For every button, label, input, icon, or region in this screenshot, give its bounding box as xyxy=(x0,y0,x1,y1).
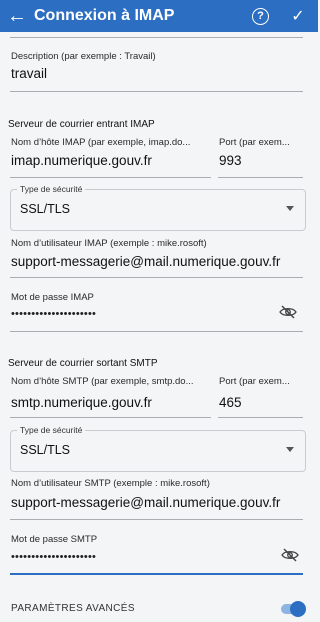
app-bar: ← Connexion à IMAP ? ✓ xyxy=(0,0,318,32)
description-label: Description (par exemple : Travail) xyxy=(11,51,156,62)
imap-password-input[interactable]: ••••••••••••••••••••• xyxy=(11,308,96,320)
smtp-password-label: Mot de passe SMTP xyxy=(11,534,98,545)
page-title: Connexion à IMAP xyxy=(34,7,175,24)
advanced-settings-toggle[interactable] xyxy=(281,601,306,617)
check-icon[interactable]: ✓ xyxy=(288,6,308,26)
imap-password-underline xyxy=(10,331,303,332)
smtp-username-underline xyxy=(10,519,303,520)
smtp-username-input[interactable]: support-messagerie@mail.numerique.gouv.f… xyxy=(11,495,280,510)
imap-username-input[interactable]: support-messagerie@mail.numerique.gouv.f… xyxy=(11,254,280,269)
smtp-port-input[interactable]: 465 xyxy=(219,395,242,410)
imap-username-label: Nom d’utilisateur IMAP (exemple : mike.r… xyxy=(11,238,207,249)
imap-port-input[interactable]: 993 xyxy=(219,153,242,168)
imap-security-value: SSL/TLS xyxy=(20,202,71,216)
arrow-left-icon[interactable]: ← xyxy=(0,6,34,26)
smtp-security-value: SSL/TLS xyxy=(20,443,71,457)
smtp-port-label: Port (par exem... xyxy=(219,376,290,387)
imap-username-underline xyxy=(10,277,303,278)
eye-off-icon[interactable] xyxy=(279,305,297,319)
smtp-security-select[interactable]: Type de sécurité SSL/TLS xyxy=(10,425,306,472)
imap-host-input[interactable]: imap.numerique.gouv.fr xyxy=(11,153,152,168)
imap-password-label: Mot de passe IMAP xyxy=(11,292,94,303)
description-underline xyxy=(10,91,303,92)
imap-security-select[interactable]: Type de sécurité SSL/TLS xyxy=(10,184,306,231)
imap-host-label: Nom d’hôte IMAP (par exemple, imap.do... xyxy=(11,137,191,148)
description-input[interactable]: travail xyxy=(11,66,47,81)
toggle-knob xyxy=(290,601,306,617)
eye-off-icon[interactable] xyxy=(281,548,299,562)
smtp-host-label: Nom d’hôte SMTP (par exemple, smtp.do... xyxy=(11,376,194,387)
caret-down-icon xyxy=(286,206,294,211)
incoming-section-title: Serveur de courrier entrant IMAP xyxy=(8,119,155,130)
imap-port-underline xyxy=(218,177,303,178)
smtp-host-input[interactable]: smtp.numerique.gouv.fr xyxy=(11,395,152,410)
advanced-settings-label: PARAMÈTRES AVANCÉS xyxy=(11,603,135,614)
imap-host-underline xyxy=(10,177,211,178)
smtp-port-underline xyxy=(218,417,303,418)
outgoing-section-title: Serveur de courrier sortant SMTP xyxy=(8,358,158,369)
smtp-password-input[interactable]: ••••••••••••••••••••• xyxy=(11,551,96,563)
imap-port-label: Port (par exem... xyxy=(219,137,290,148)
help-circle-icon[interactable]: ? xyxy=(252,7,269,25)
smtp-username-label: Nom d’utilisateur SMTP (exemple : mike.r… xyxy=(11,478,210,489)
smtp-security-label: Type de sécurité xyxy=(17,425,86,435)
divider xyxy=(10,37,303,38)
smtp-host-underline xyxy=(10,417,211,418)
imap-security-label: Type de sécurité xyxy=(17,184,86,194)
smtp-password-underline-focused xyxy=(10,573,303,575)
caret-down-icon xyxy=(286,447,294,452)
